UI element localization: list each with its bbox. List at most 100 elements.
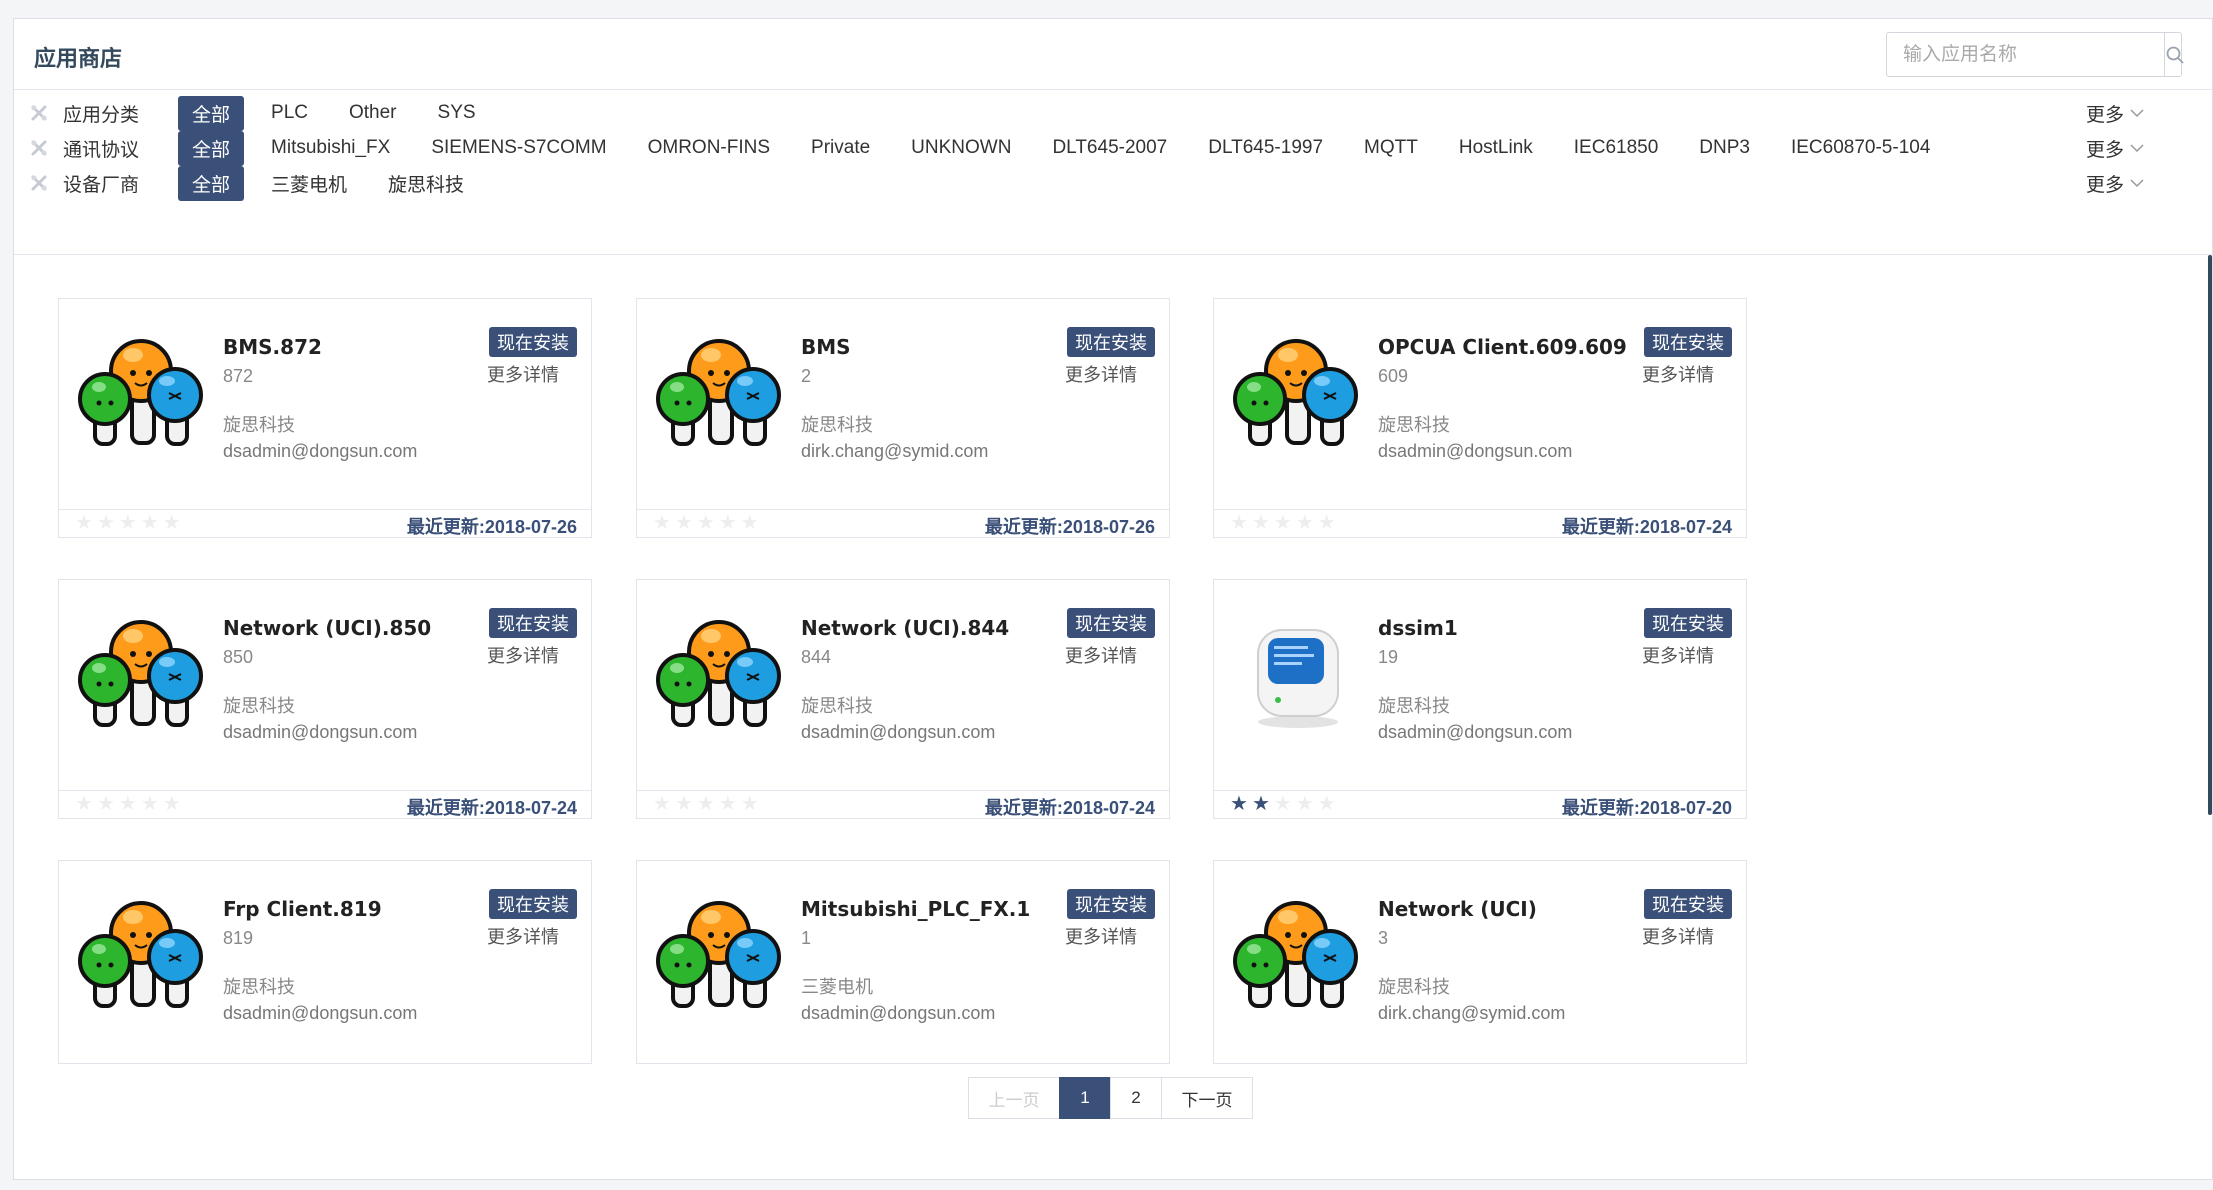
details-link[interactable]: 更多详情: [1065, 923, 1137, 949]
star-icon[interactable]: ★: [697, 794, 715, 814]
star-icon[interactable]: ★: [119, 794, 137, 814]
app-version: 872: [223, 366, 254, 386]
prev-page-button[interactable]: 上一页: [968, 1077, 1060, 1119]
details-link[interactable]: 更多详情: [487, 642, 559, 668]
star-icon[interactable]: ★: [141, 794, 159, 814]
filter-option[interactable]: MQTT: [1350, 134, 1432, 162]
filter-option[interactable]: HostLink: [1445, 134, 1547, 162]
star-icon[interactable]: ★: [163, 513, 181, 533]
star-icon[interactable]: ★: [675, 513, 693, 533]
install-button[interactable]: 现在安装: [1644, 327, 1732, 357]
filter-option[interactable]: Private: [797, 134, 884, 162]
star-icon[interactable]: ★: [1318, 794, 1336, 814]
more-button[interactable]: 更多: [2086, 100, 2144, 127]
details-link[interactable]: 更多详情: [1065, 642, 1137, 668]
filter-option[interactable]: 全部: [178, 95, 245, 131]
star-icon[interactable]: ★: [1252, 794, 1270, 814]
filter-option[interactable]: SIEMENS-S7COMM: [417, 134, 620, 162]
app-vendor: 旋思科技: [223, 415, 295, 435]
chevron-down-icon: [2130, 144, 2144, 153]
filter-option[interactable]: UNKNOWN: [897, 134, 1025, 162]
details-link[interactable]: 更多详情: [1642, 923, 1714, 949]
scrollbar[interactable]: [2208, 255, 2212, 815]
filter-option[interactable]: 三菱电机: [257, 167, 361, 200]
rating-stars[interactable]: ★ ★ ★ ★ ★: [75, 794, 185, 814]
filter-option[interactable]: IEC61850: [1560, 134, 1673, 162]
install-button[interactable]: 现在安装: [489, 608, 577, 638]
install-button[interactable]: 现在安装: [1067, 889, 1155, 919]
mushroom-icon: [75, 331, 205, 451]
star-icon[interactable]: ★: [75, 513, 93, 533]
search-button[interactable]: [2164, 33, 2185, 76]
more-button[interactable]: 更多: [2086, 135, 2144, 162]
star-icon[interactable]: ★: [141, 513, 159, 533]
install-button[interactable]: 现在安装: [1067, 327, 1155, 357]
star-icon[interactable]: ★: [1274, 513, 1292, 533]
filter-option[interactable]: DNP3: [1685, 134, 1764, 162]
star-icon[interactable]: ★: [719, 794, 737, 814]
next-page-button[interactable]: 下一页: [1161, 1077, 1253, 1119]
star-icon[interactable]: ★: [97, 794, 115, 814]
filter-option[interactable]: Other: [335, 99, 411, 127]
filter-option[interactable]: DLT645-2007: [1038, 134, 1181, 162]
details-link[interactable]: 更多详情: [1642, 642, 1714, 668]
rating-stars[interactable]: ★ ★ ★ ★ ★: [653, 513, 763, 533]
star-icon[interactable]: ★: [1296, 513, 1314, 533]
details-link[interactable]: 更多详情: [1065, 361, 1137, 387]
star-icon[interactable]: ★: [163, 794, 181, 814]
star-icon[interactable]: ★: [75, 794, 93, 814]
install-button[interactable]: 现在安装: [1644, 889, 1732, 919]
mushroom-icon: [1230, 331, 1360, 451]
filter-option[interactable]: IEC60870-5-104: [1777, 134, 1944, 162]
app-name: BMS: [801, 335, 851, 359]
last-updated: 最近更新:2018-07-24: [985, 794, 1155, 820]
star-icon[interactable]: ★: [719, 513, 737, 533]
install-button[interactable]: 现在安装: [1067, 608, 1155, 638]
install-button[interactable]: 现在安装: [489, 327, 577, 357]
filter-option[interactable]: OMRON-FINS: [634, 134, 784, 162]
star-icon[interactable]: ★: [1296, 794, 1314, 814]
search-input[interactable]: [1887, 33, 2164, 76]
filter-options: 全部 Mitsubishi_FX SIEMENS-S7COMM OMRON-FINS P…: [178, 130, 1957, 166]
filter-option[interactable]: 旋思科技: [374, 167, 478, 200]
install-button[interactable]: 现在安装: [489, 889, 577, 919]
filter-option[interactable]: DLT645-1997: [1194, 134, 1337, 162]
filter-option[interactable]: SYS: [424, 99, 490, 127]
star-icon[interactable]: ★: [653, 513, 671, 533]
star-icon[interactable]: ★: [1252, 513, 1270, 533]
filter-option[interactable]: 全部: [178, 130, 245, 166]
star-icon[interactable]: ★: [97, 513, 115, 533]
page-button[interactable]: 2: [1110, 1077, 1162, 1119]
install-button[interactable]: 现在安装: [1644, 608, 1732, 638]
star-icon[interactable]: ★: [653, 794, 671, 814]
star-icon[interactable]: ★: [675, 794, 693, 814]
star-icon[interactable]: ★: [697, 513, 715, 533]
details-link[interactable]: 更多详情: [487, 923, 559, 949]
star-icon[interactable]: ★: [1274, 794, 1292, 814]
app-card: OPCUA Client.609.609 609 旋思科技 dsadmin@dongs…: [1213, 298, 1747, 538]
filter-option[interactable]: 全部: [178, 165, 245, 201]
star-icon[interactable]: ★: [119, 513, 137, 533]
rating-stars[interactable]: ★ ★ ★ ★ ★: [75, 513, 185, 533]
star-icon[interactable]: ★: [1318, 513, 1336, 533]
details-link[interactable]: 更多详情: [1642, 361, 1714, 387]
star-icon[interactable]: ★: [1230, 513, 1248, 533]
app-card: BMS 2 旋思科技 dirk.chang@symid.com 现在安装 更多详情 ★ ★ ★ ★…: [636, 298, 1170, 538]
mushroom-icon: [653, 331, 783, 451]
star-icon[interactable]: ★: [741, 513, 759, 533]
filter-option[interactable]: Mitsubishi_FX: [257, 134, 404, 162]
star-icon[interactable]: ★: [741, 794, 759, 814]
more-button[interactable]: 更多: [2086, 170, 2144, 197]
search-box: [1886, 32, 2185, 77]
app-version: 1: [801, 928, 812, 948]
star-icon[interactable]: ★: [1230, 794, 1248, 814]
app-card: Network (UCI) 3 旋思科技 dirk.chang@symid.com 现在…: [1213, 860, 1747, 1064]
more-label: 更多: [2085, 174, 2124, 196]
rating-stars[interactable]: ★ ★ ★ ★ ★: [653, 794, 763, 814]
rating-stars[interactable]: ★ ★ ★ ★ ★: [1230, 513, 1340, 533]
rating-stars[interactable]: ★ ★ ★ ★ ★: [1230, 794, 1340, 814]
page-button[interactable]: 1: [1059, 1077, 1111, 1119]
details-link[interactable]: 更多详情: [487, 361, 559, 387]
filter-label: 应用分类: [63, 104, 140, 126]
filter-option[interactable]: PLC: [257, 99, 322, 127]
